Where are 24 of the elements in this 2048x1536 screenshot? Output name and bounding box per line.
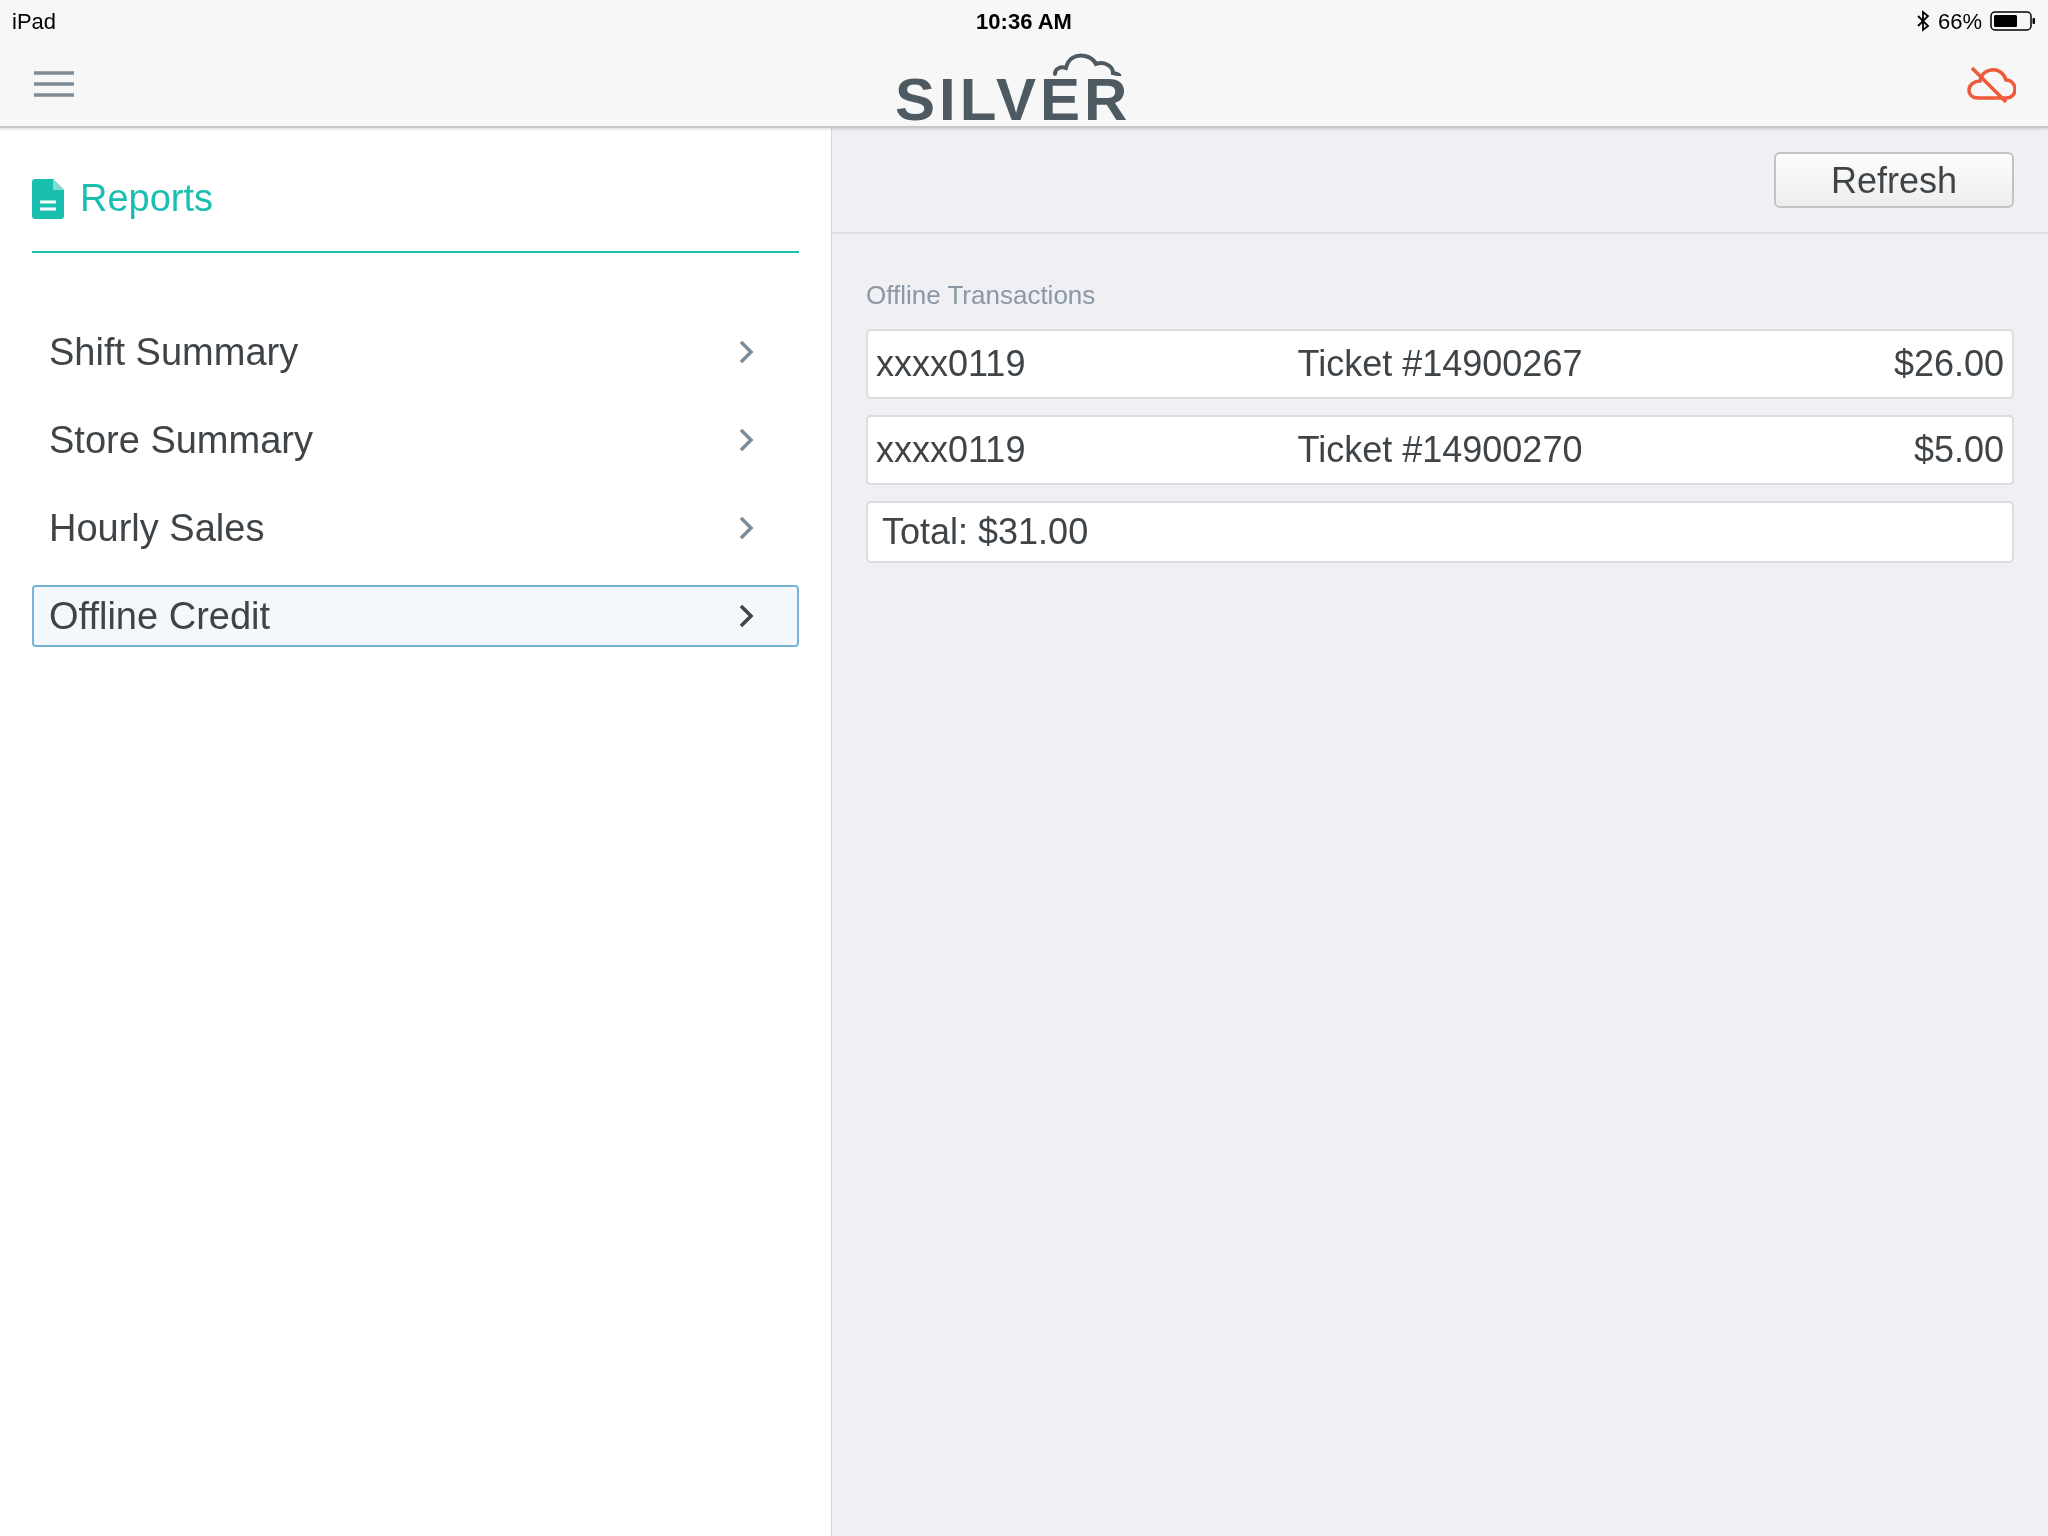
report-item[interactable]: Offline Credit (32, 585, 799, 647)
chevron-right-icon (738, 603, 754, 629)
battery-percent: 66% (1937, 7, 1982, 36)
list-title: Offline Transactions (866, 279, 1097, 312)
device-name: iPad (12, 7, 57, 36)
chevron-right-icon (738, 427, 754, 453)
ticket-number: Ticket #14900270 (1296, 428, 1584, 472)
chevron-right-icon (738, 339, 754, 365)
menu-icon[interactable] (32, 69, 76, 99)
total-row: Total: $31.00 (866, 501, 2014, 563)
battery-icon (1990, 10, 2036, 32)
bluetooth-icon (1915, 10, 1930, 32)
logo: SILVER (895, 76, 1132, 124)
amount: $5.00 (1912, 428, 2004, 472)
chevron-right-icon (738, 515, 754, 541)
amount: $26.00 (1892, 342, 2004, 386)
cloud-offline-icon[interactable] (1966, 64, 2016, 104)
document-icon (32, 178, 64, 219)
ticket-number: Ticket #14900267 (1296, 342, 1584, 386)
card-number: xxxx0119 (876, 428, 1027, 472)
clock: 10:36 AM (976, 7, 1072, 36)
card-number: xxxx0119 (876, 342, 1027, 386)
section-title: Reports (80, 176, 214, 221)
refresh-button[interactable]: Refresh (1774, 152, 2014, 208)
